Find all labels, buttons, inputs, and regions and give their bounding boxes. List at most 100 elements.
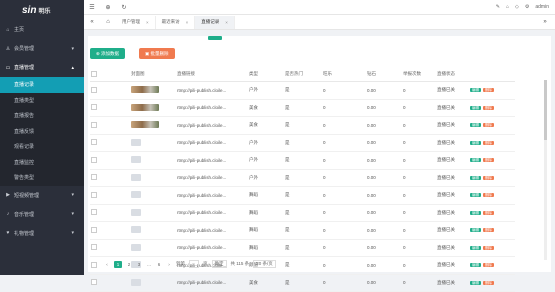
delete-button[interactable]: 删除 [483, 263, 494, 268]
add-data-button[interactable]: ⊕ 添加数据 [90, 48, 126, 59]
page-1[interactable]: 1 [114, 260, 122, 268]
row-select-cell[interactable] [90, 221, 130, 240]
page-2[interactable]: 2 [126, 261, 132, 268]
row-checkbox[interactable] [91, 226, 97, 233]
delete-button[interactable]: 删除 [483, 280, 494, 285]
goto-page-input[interactable] [189, 260, 199, 268]
row-select-cell[interactable] [90, 186, 130, 205]
wang-cell: 0 [322, 204, 366, 222]
cover-cell [130, 81, 176, 100]
select-all-cell[interactable] [90, 67, 130, 82]
sidebar-item-music[interactable]: ♪ 音乐管理 ▾ [0, 205, 84, 224]
row-checkbox[interactable] [91, 121, 97, 128]
delete-button[interactable]: 删除 [483, 210, 494, 215]
tab-live-records[interactable]: 直播记录 × [195, 15, 235, 29]
delete-button[interactable]: 删除 [483, 88, 494, 93]
row-select-cell[interactable] [90, 169, 130, 187]
delete-button[interactable]: 删除 [483, 228, 494, 233]
row-select-cell[interactable] [90, 239, 130, 257]
refresh-icon[interactable]: ↻ [116, 4, 132, 11]
row-select-cell[interactable] [90, 204, 130, 222]
edit-button[interactable]: 编辑 [470, 263, 481, 268]
delete-button[interactable]: 删除 [483, 175, 494, 180]
table-row: rtmp://pili-publish.cloile... 户外是 0 0.00 0 直播… [90, 151, 515, 170]
tabs-scroll-right-icon[interactable]: » [537, 19, 553, 25]
row-checkbox[interactable] [91, 261, 97, 268]
row-select-cell[interactable] [90, 151, 130, 170]
tag-icon[interactable]: ◇ [515, 4, 519, 10]
chevron-down-icon: ▾ [71, 211, 74, 217]
tab-recent-visits[interactable]: 最近来访 × [156, 15, 196, 29]
edit-button[interactable]: 编辑 [470, 175, 481, 180]
delete-button[interactable]: 删除 [483, 123, 494, 128]
batch-delete-button[interactable]: ▣ 批量删除 [139, 48, 175, 59]
page-size-select[interactable]: 20 条/页 [253, 260, 276, 268]
lock-icon[interactable]: ⌂ [506, 4, 509, 10]
delete-button[interactable]: 删除 [483, 245, 494, 250]
globe-icon[interactable]: ⊕ [100, 4, 116, 11]
sidebar-subitem-live-reports[interactable]: 直播报告 [0, 108, 84, 124]
sidebar-subitem-live-feedback[interactable]: 直播反馈 [0, 123, 84, 139]
edit-button[interactable]: 编辑 [470, 245, 481, 250]
edit-button[interactable]: 编辑 [470, 210, 481, 215]
sidebar-item-short-video[interactable]: ▶ 短视频管理 ▾ [0, 186, 84, 205]
close-icon[interactable]: × [225, 20, 228, 25]
row-checkbox[interactable] [91, 86, 97, 93]
diamond-cell: 0.00 [366, 256, 402, 275]
edit-button[interactable]: 编辑 [470, 280, 481, 285]
row-select-cell[interactable] [90, 274, 130, 292]
tabs-scroll-left-icon[interactable]: « [84, 19, 100, 25]
edit-button[interactable]: 编辑 [470, 140, 481, 145]
cover-cell [130, 186, 176, 205]
row-checkbox[interactable] [91, 174, 97, 181]
row-checkbox[interactable] [91, 139, 97, 146]
sidebar-item-gifts[interactable]: ♥ 礼物管理 ▾ [0, 224, 84, 243]
sidebar-item-home[interactable]: ⌂ 主页 [0, 20, 84, 39]
row-select-cell[interactable] [90, 116, 130, 135]
edit-button[interactable]: 编辑 [470, 158, 481, 163]
column-header-actions [469, 67, 515, 82]
edit-button[interactable]: 编辑 [470, 105, 481, 110]
pen-icon[interactable]: ✎ [496, 4, 500, 10]
table-scrollbar[interactable] [544, 80, 547, 260]
sidebar-subitem-live-monitor[interactable]: 直播监控 [0, 154, 84, 170]
scrollbar-thumb[interactable] [544, 80, 547, 140]
row-select-cell[interactable] [90, 99, 130, 117]
sidebar-subitem-live-records[interactable]: 直播记录 [0, 77, 84, 93]
row-checkbox[interactable] [91, 209, 97, 216]
sidebar-item-members[interactable]: ♙ 会员管理 ▾ [0, 39, 84, 58]
row-checkbox[interactable] [91, 104, 97, 111]
tab-user-management[interactable]: 用户管理 × [116, 15, 156, 29]
row-select-cell[interactable] [90, 134, 130, 152]
edit-button[interactable]: 编辑 [470, 193, 481, 198]
delete-button[interactable]: 删除 [483, 140, 494, 145]
goto-confirm-button[interactable]: 确定 [211, 260, 227, 268]
sidebar-subitem-warning-types[interactable]: 警告类型 [0, 170, 84, 186]
row-checkbox[interactable] [91, 244, 97, 251]
close-icon[interactable]: × [146, 20, 149, 25]
page-6[interactable]: 6 [156, 261, 162, 268]
sidebar-subitem-live-types[interactable]: 直播类型 [0, 92, 84, 108]
row-checkbox[interactable] [91, 191, 97, 198]
delete-button[interactable]: 删除 [483, 158, 494, 163]
select-all-checkbox[interactable] [91, 70, 97, 77]
close-icon[interactable]: × [186, 20, 189, 25]
sidebar-subitem-watch-records[interactable]: 观看记录 [0, 139, 84, 155]
sidebar-item-live[interactable]: ▭ 直播管理 ▴ [0, 58, 84, 77]
page-3[interactable]: 3 [136, 261, 142, 268]
delete-button[interactable]: 删除 [483, 193, 494, 198]
edit-button[interactable]: 编辑 [470, 123, 481, 128]
menu-icon[interactable]: ☰ [84, 4, 100, 11]
edit-button[interactable]: 编辑 [470, 228, 481, 233]
prev-page-icon[interactable]: ‹ [104, 261, 110, 268]
row-select-cell[interactable] [90, 81, 130, 100]
reports-cell: 0 [402, 186, 436, 205]
row-checkbox[interactable] [91, 279, 97, 286]
row-checkbox[interactable] [91, 156, 97, 163]
next-page-icon[interactable]: › [166, 261, 172, 268]
home-tab-icon[interactable]: ⌂ [100, 19, 116, 25]
user-name[interactable]: admin [535, 4, 549, 10]
delete-button[interactable]: 删除 [483, 105, 494, 110]
edit-button[interactable]: 编辑 [470, 88, 481, 93]
settings-icon[interactable]: ⚙ [525, 4, 529, 10]
